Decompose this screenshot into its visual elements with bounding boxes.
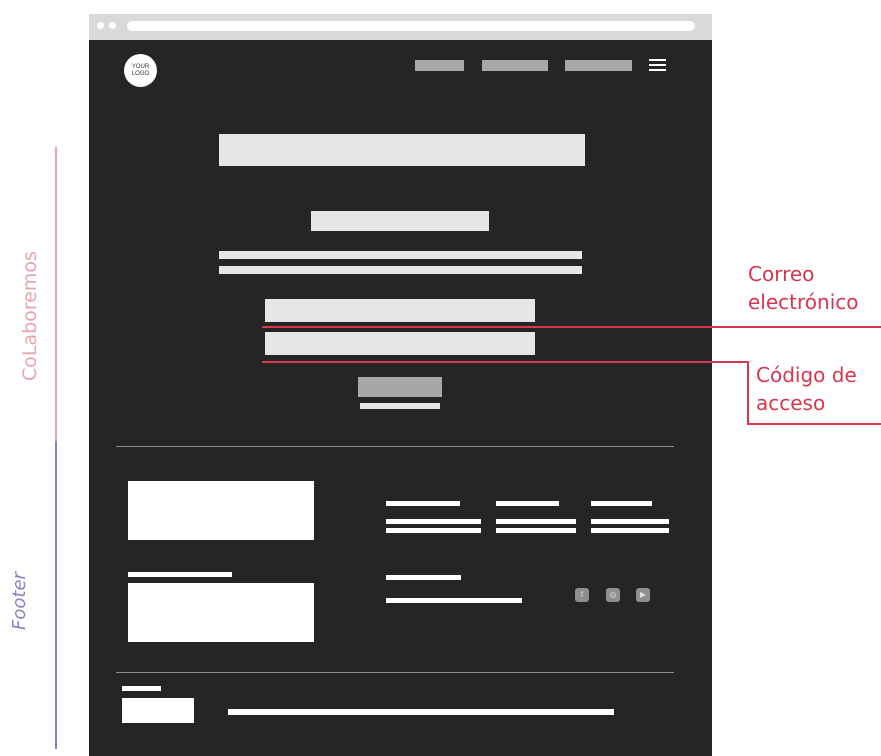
submit-button[interactable] <box>358 377 442 397</box>
address-bar[interactable] <box>127 21 695 31</box>
footer-col1-link-2[interactable] <box>386 528 481 533</box>
facebook-icon[interactable]: f <box>575 588 589 602</box>
footer-col1-link-1[interactable] <box>386 519 481 524</box>
secondary-link[interactable] <box>360 403 440 409</box>
footer-form-label <box>128 572 232 577</box>
nav-item-1[interactable] <box>415 60 464 71</box>
footer-small-label <box>122 686 161 691</box>
footer-col3-link-1[interactable] <box>591 519 669 524</box>
footer-card-1 <box>128 481 314 540</box>
footer-divider-top <box>116 446 674 447</box>
footer-section-label: Footer <box>9 572 30 630</box>
nav-item-2[interactable] <box>482 60 548 71</box>
access-code-field[interactable] <box>265 332 535 355</box>
code-annotation-line <box>262 361 748 363</box>
hero-text-line-2 <box>219 266 582 274</box>
browser-window: YOUR LOGO f ◎ ▶ <box>89 14 712 756</box>
nav-item-3[interactable] <box>565 60 632 71</box>
footer-bottom-box[interactable] <box>122 698 194 723</box>
footer-contact-line <box>386 598 522 603</box>
footer-divider-bottom <box>116 672 674 673</box>
email-annotation-line <box>262 326 881 328</box>
logo[interactable]: YOUR LOGO <box>124 54 157 87</box>
footer-col3-link-2[interactable] <box>591 528 669 533</box>
footer-col2-heading[interactable] <box>496 501 559 506</box>
colaboremos-section-line <box>55 147 57 441</box>
browser-toolbar <box>89 14 712 40</box>
youtube-icon[interactable]: ▶ <box>636 588 650 602</box>
email-annotation-label: Correo electrónico <box>748 262 859 314</box>
email-field[interactable] <box>265 299 535 322</box>
hero-text-line-1 <box>219 251 582 259</box>
window-dot-close[interactable] <box>97 22 104 29</box>
footer-col2-link-2[interactable] <box>496 528 576 533</box>
footer-col3-heading[interactable] <box>591 501 652 506</box>
code-annotation-bracket-bottom <box>747 423 881 425</box>
menu-icon[interactable] <box>649 59 666 75</box>
code-annotation-bracket-vertical <box>747 361 749 425</box>
hero-title <box>219 134 585 166</box>
code-annotation-label: Código de acceso <box>756 363 857 415</box>
footer-col2-link-1[interactable] <box>496 519 576 524</box>
copyright-line <box>228 709 614 715</box>
footer-section-line <box>55 441 57 749</box>
colaboremos-section-label: CoLaboremos <box>19 251 41 381</box>
footer-col1-heading[interactable] <box>386 501 460 506</box>
hero-subtitle <box>311 211 489 231</box>
footer-contact-heading <box>386 575 461 580</box>
instagram-icon[interactable]: ◎ <box>606 588 620 602</box>
window-dot-minimize[interactable] <box>109 22 116 29</box>
footer-card-2[interactable] <box>128 583 314 642</box>
